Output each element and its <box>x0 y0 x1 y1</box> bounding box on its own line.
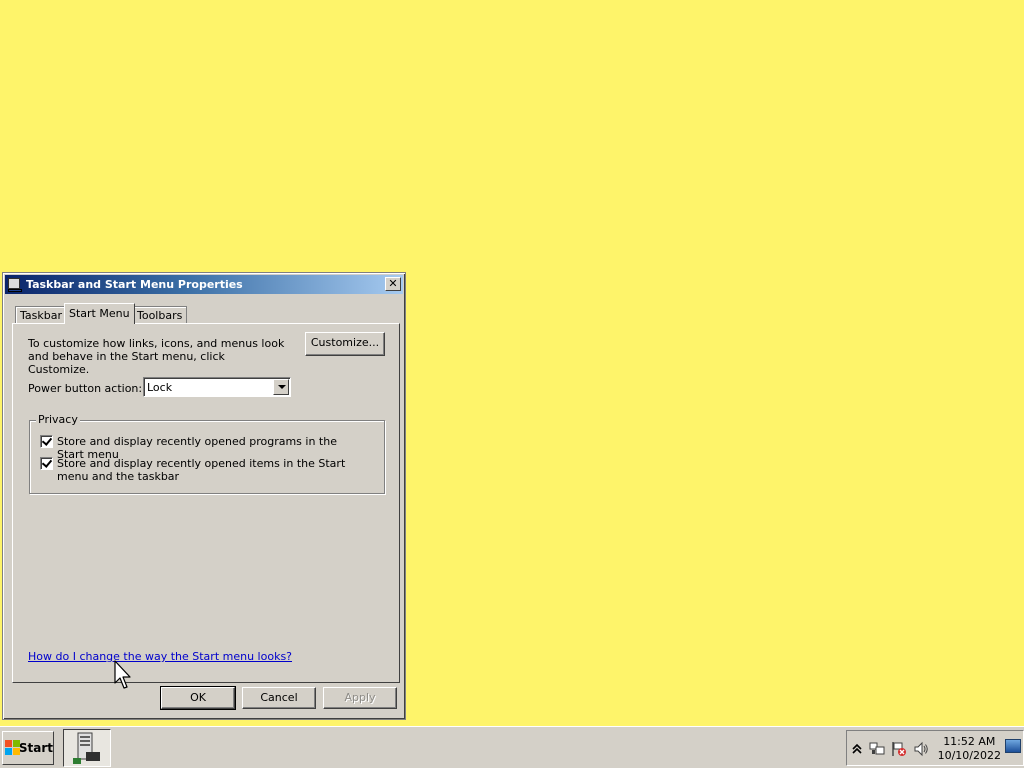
server-computer-icon <box>73 732 100 764</box>
taskbar-properties-icon <box>7 277 23 293</box>
customize-description: To customize how links, icons, and menus… <box>28 337 285 376</box>
windows-logo-icon <box>5 740 20 756</box>
cancel-button[interactable]: Cancel <box>242 687 316 709</box>
tab-start-menu[interactable]: Start Menu <box>64 303 135 324</box>
privacy-group-title: Privacy <box>36 413 80 426</box>
tab-taskbar[interactable]: Taskbar <box>15 306 67 324</box>
start-menu-tab-panel: To customize how links, icons, and menus… <box>12 323 400 683</box>
taskbar-start-menu-properties-dialog: Taskbar and Start Menu Properties ✕ Task… <box>2 272 406 720</box>
power-button-action-label: Power button action: <box>28 382 143 395</box>
ok-button[interactable]: OK <box>160 686 236 710</box>
tab-toolbars[interactable]: Toolbars <box>132 306 188 324</box>
recent-programs-checkbox[interactable] <box>40 435 53 448</box>
title-bar[interactable]: Taskbar and Start Menu Properties ✕ <box>5 275 403 294</box>
start-label: Start <box>18 741 53 755</box>
start-menu-help-link[interactable]: How do I change the way the Start menu l… <box>28 650 292 663</box>
action-center-flag-icon[interactable] <box>891 741 907 757</box>
volume-icon[interactable] <box>913 741 929 757</box>
apply-button[interactable]: Apply <box>323 687 397 709</box>
mouse-pointer-icon <box>114 660 131 689</box>
privacy-groupbox: Privacy Store and display recently opene… <box>29 413 385 494</box>
clock-date: 10/10/2022 <box>937 749 1001 762</box>
system-clock[interactable]: 11:52 AM 10/10/2022 <box>938 735 1001 763</box>
close-icon: ✕ <box>388 277 398 290</box>
customize-button[interactable]: Customize... <box>305 332 385 356</box>
recent-items-checkbox[interactable] <box>40 457 53 470</box>
notification-area: 11:52 AM 10/10/2022 <box>846 730 1024 766</box>
show-desktop-icon[interactable] <box>1005 739 1021 753</box>
start-button[interactable]: Start <box>2 731 54 765</box>
power-button-action-select[interactable]: Lock <box>143 377 291 397</box>
show-hidden-icons-icon[interactable] <box>849 741 865 757</box>
recent-items-option[interactable]: Store and display recently opened items … <box>40 457 357 483</box>
network-icon[interactable] <box>869 741 885 757</box>
power-button-action-value: Lock <box>147 381 173 394</box>
dialog-title: Taskbar and Start Menu Properties <box>26 278 243 291</box>
chevron-down-icon[interactable] <box>273 379 289 395</box>
taskbar: Start 11:52 AM 10/10/2022 <box>0 726 1024 768</box>
recent-items-label[interactable]: Store and display recently opened items … <box>57 457 357 483</box>
clock-time: 11:52 AM <box>943 735 996 748</box>
close-button[interactable]: ✕ <box>385 277 401 291</box>
taskbar-item-properties[interactable] <box>63 729 111 767</box>
